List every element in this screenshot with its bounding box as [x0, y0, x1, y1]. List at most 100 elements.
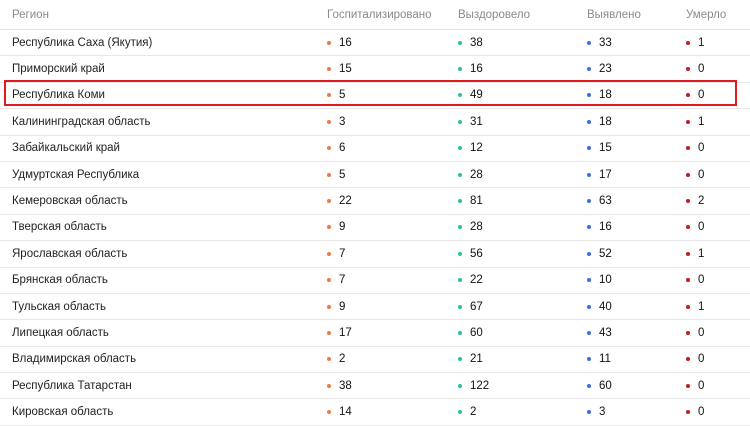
table-row[interactable]: Тульская область 9 67 40 1: [0, 294, 750, 321]
header-hospitalized[interactable]: Госпитализировано: [327, 0, 432, 29]
detected-cell: 40: [587, 294, 612, 319]
table-row[interactable]: Калининградская область 3 31 18 1: [0, 109, 750, 136]
detected-cell: 63: [587, 188, 612, 213]
detected-dot-icon: [587, 67, 591, 72]
recovered-value: 21: [470, 353, 483, 366]
region-name: Калининградская область: [12, 115, 151, 128]
header-region[interactable]: Регион: [12, 0, 49, 29]
hospitalized-value: 3: [339, 115, 346, 128]
detected-cell: 18: [587, 83, 612, 108]
died-dot-icon: [686, 93, 690, 98]
died-dot-icon: [686, 199, 690, 204]
recovered-dot-icon: [458, 93, 462, 98]
recovered-cell: 49: [458, 83, 483, 108]
detected-cell: 33: [587, 30, 612, 55]
recovered-cell: 56: [458, 241, 483, 266]
died-cell: 0: [686, 215, 704, 240]
hospitalized-cell: 9: [327, 215, 345, 240]
recovered-dot-icon: [458, 410, 462, 415]
hospitalized-cell: 17: [327, 320, 352, 345]
table-row[interactable]: Брянская область 7 22 10 0: [0, 268, 750, 294]
recovered-value: 16: [470, 63, 483, 76]
recovered-dot-icon: [458, 172, 462, 177]
table-row[interactable]: Тверская область 9 28 16 0: [0, 215, 750, 242]
died-cell: 0: [686, 347, 704, 372]
recovered-cell: 21: [458, 347, 483, 372]
recovered-value: 49: [470, 89, 483, 102]
table-row[interactable]: Забайкальский край 6 12 15 0: [0, 136, 750, 162]
detected-value: 60: [599, 379, 612, 392]
table-row[interactable]: Приморский край 15 16 23 0: [0, 56, 750, 83]
detected-value: 18: [599, 115, 612, 128]
region-name: Забайкальский край: [12, 142, 120, 155]
hospitalized-dot-icon: [327, 40, 331, 45]
detected-value: 52: [599, 247, 612, 260]
hospitalized-cell: 3: [327, 109, 345, 134]
recovered-dot-icon: [458, 40, 462, 45]
table-row[interactable]: Республика Саха (Якутия) 16 38 33 1: [0, 30, 750, 57]
header-died[interactable]: Умерло: [686, 0, 726, 29]
hospitalized-dot-icon: [327, 383, 331, 388]
recovered-value: 56: [470, 247, 483, 260]
died-dot-icon: [686, 410, 690, 415]
table-row[interactable]: Владимирская область 2 21 11 0: [0, 347, 750, 374]
table-row[interactable]: Республика Коми 5 49 18 0: [0, 83, 750, 110]
recovered-dot-icon: [458, 199, 462, 204]
recovered-value: 28: [470, 168, 483, 181]
region-name: Брянская область: [12, 274, 108, 287]
hospitalized-value: 22: [339, 195, 352, 208]
region-name: Приморский край: [12, 63, 105, 76]
detected-value: 3: [599, 406, 606, 419]
header-detected[interactable]: Выявлено: [587, 0, 641, 29]
recovered-dot-icon: [458, 357, 462, 362]
detected-cell: 52: [587, 241, 612, 266]
hospitalized-value: 14: [339, 406, 352, 419]
detected-value: 40: [599, 300, 612, 313]
detected-value: 43: [599, 326, 612, 339]
detected-cell: 43: [587, 320, 612, 345]
hospitalized-dot-icon: [327, 278, 331, 283]
recovered-value: 22: [470, 274, 483, 287]
recovered-dot-icon: [458, 146, 462, 151]
regions-table: Регион Госпитализировано Выздоровело Выя…: [0, 0, 750, 426]
table-row[interactable]: Ярославская область 7 56 52 1: [0, 241, 750, 268]
hospitalized-cell: 16: [327, 30, 352, 55]
died-value: 0: [698, 326, 705, 339]
table-row[interactable]: Кировская область 14 2 3 0: [0, 399, 750, 426]
table-row[interactable]: Липецкая область 17 60 43 0: [0, 320, 750, 347]
recovered-dot-icon: [458, 251, 462, 256]
recovered-cell: 67: [458, 294, 483, 319]
detected-value: 11: [599, 353, 611, 366]
died-value: 1: [698, 300, 705, 313]
detected-cell: 10: [587, 268, 612, 293]
table-row[interactable]: Кемеровская область 22 81 63 2: [0, 188, 750, 215]
detected-cell: 60: [587, 373, 612, 398]
died-cell: 0: [686, 83, 704, 108]
recovered-value: 60: [470, 326, 483, 339]
recovered-dot-icon: [458, 330, 462, 335]
died-value: 0: [698, 221, 705, 234]
region-name: Республика Татарстан: [12, 379, 132, 392]
detected-cell: 17: [587, 162, 612, 187]
died-cell: 0: [686, 373, 704, 398]
hospitalized-dot-icon: [327, 67, 331, 72]
detected-dot-icon: [587, 278, 591, 283]
hospitalized-value: 2: [339, 353, 346, 366]
hospitalized-value: 38: [339, 379, 352, 392]
hospitalized-dot-icon: [327, 93, 331, 98]
table-row[interactable]: Удмуртская Республика 5 28 17 0: [0, 162, 750, 189]
region-name: Липецкая область: [12, 326, 109, 339]
hospitalized-dot-icon: [327, 410, 331, 415]
header-recovered[interactable]: Выздоровело: [458, 0, 530, 29]
detected-dot-icon: [587, 225, 591, 230]
died-dot-icon: [686, 357, 690, 362]
detected-value: 18: [599, 89, 612, 102]
died-cell: 0: [686, 399, 704, 424]
detected-dot-icon: [587, 172, 591, 177]
detected-cell: 3: [587, 399, 605, 424]
detected-value: 17: [599, 168, 612, 181]
table-row[interactable]: Республика Татарстан 38 122 60 0: [0, 373, 750, 400]
died-dot-icon: [686, 383, 690, 388]
hospitalized-dot-icon: [327, 330, 331, 335]
detected-cell: 16: [587, 215, 612, 240]
